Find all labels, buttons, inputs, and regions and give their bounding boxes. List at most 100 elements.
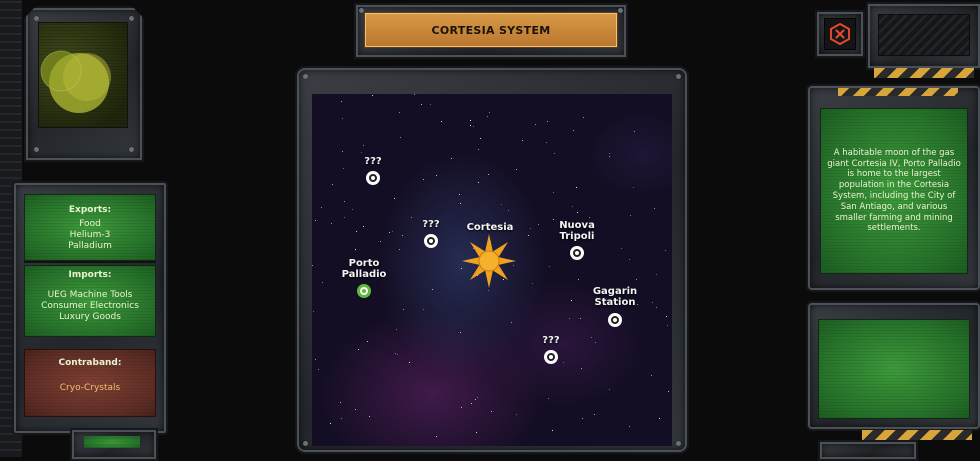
background-star	[330, 223, 332, 225]
background-star	[521, 140, 523, 142]
background-star	[668, 390, 670, 392]
background-star	[413, 94, 415, 95]
background-star	[651, 302, 653, 304]
location-label-nuova-tripoli: Nuova Tripoli	[559, 220, 595, 242]
location-node-nuova-tripoli[interactable]	[570, 246, 584, 260]
background-star	[313, 310, 315, 312]
background-star	[342, 167, 344, 169]
export-item: Palladium	[68, 241, 112, 251]
background-star	[396, 329, 398, 331]
background-star	[629, 425, 631, 427]
background-star	[355, 408, 357, 410]
background-star	[422, 309, 424, 311]
export-item: Food	[79, 219, 101, 229]
divider	[24, 261, 156, 263]
background-star	[488, 174, 490, 176]
top-right-grille	[878, 14, 970, 56]
close-button[interactable]	[824, 18, 856, 50]
background-star	[432, 288, 434, 290]
top-right-plate	[866, 2, 980, 70]
background-star	[396, 354, 398, 356]
background-star	[473, 125, 475, 127]
background-star	[666, 316, 668, 318]
background-star	[490, 411, 492, 413]
background-star	[357, 348, 359, 350]
background-star	[469, 120, 471, 122]
location-node-porto-palladio[interactable]	[357, 284, 371, 298]
imports-screen: Imports: UEG Machine Tools Consumer Elec…	[24, 265, 156, 337]
background-star	[343, 200, 345, 202]
background-star	[461, 406, 463, 408]
location-node-unknown-3[interactable]	[544, 350, 558, 364]
background-star	[459, 203, 461, 205]
description-screen: A habitable moon of the gas giant Cortes…	[820, 108, 968, 274]
background-star	[510, 322, 512, 324]
background-star	[650, 374, 652, 376]
location-label-unknown-1: ???	[364, 156, 382, 167]
background-star	[420, 104, 422, 106]
page-title: CORTESIA SYSTEM	[431, 23, 551, 37]
left-bottom-indicator	[84, 436, 140, 448]
background-star	[666, 324, 668, 326]
background-star	[552, 219, 554, 221]
background-star	[379, 240, 381, 242]
contraband-item: Cryo-Crystals	[59, 383, 121, 393]
background-star	[478, 181, 480, 183]
sun-icon[interactable]	[460, 232, 518, 290]
background-star	[312, 264, 314, 266]
location-node-unknown-1[interactable]	[366, 171, 380, 185]
background-star	[530, 228, 532, 230]
background-star	[440, 121, 442, 122]
background-star	[653, 207, 655, 209]
background-star	[580, 367, 582, 369]
background-star	[632, 186, 634, 188]
background-star	[362, 226, 364, 228]
background-star	[475, 399, 477, 401]
background-star	[436, 436, 438, 438]
location-node-gagarin-station[interactable]	[608, 313, 622, 327]
background-star	[562, 362, 564, 364]
hazard-stripe-bottom	[862, 430, 972, 440]
background-star	[469, 125, 471, 127]
title-bar: CORTESIA SYSTEM	[364, 12, 618, 48]
background-star	[594, 341, 596, 343]
background-star	[342, 151, 344, 153]
background-star	[535, 124, 537, 126]
background-star	[320, 207, 322, 209]
background-star	[470, 402, 472, 404]
background-star	[356, 230, 358, 232]
background-star	[572, 130, 574, 132]
background-star	[609, 153, 611, 155]
background-star	[636, 278, 638, 280]
system-description: A habitable moon of the gas giant Cortes…	[827, 147, 961, 234]
background-star	[593, 414, 595, 416]
background-star	[394, 197, 396, 199]
background-star	[395, 352, 397, 354]
background-star	[367, 341, 369, 343]
background-star	[477, 148, 479, 150]
background-star	[628, 258, 630, 260]
planet-viewer-frame	[24, 6, 144, 162]
background-star	[399, 249, 401, 251]
close-button-frame	[815, 10, 865, 58]
background-star	[451, 158, 453, 160]
background-star	[389, 231, 391, 233]
background-star	[579, 318, 581, 320]
background-star	[369, 416, 371, 418]
location-node-unknown-2[interactable]	[424, 234, 438, 248]
import-item: UEG Machine Tools	[47, 290, 133, 300]
background-star	[422, 178, 424, 180]
background-star	[430, 103, 432, 105]
export-item: Helium-3	[69, 230, 111, 240]
background-star	[583, 117, 585, 119]
background-star	[571, 205, 573, 207]
contraband-title: Contraband:	[58, 358, 122, 368]
background-star	[341, 101, 343, 103]
background-star	[315, 358, 317, 360]
info-panel-frame: A habitable moon of the gas giant Cortes…	[806, 84, 980, 292]
background-star	[403, 309, 405, 311]
background-star	[591, 336, 593, 338]
trade-panel-frame: Exports: Food Helium-3 Palladium Imports…	[12, 181, 168, 435]
background-star	[459, 193, 461, 195]
close-hex-icon	[830, 22, 850, 46]
